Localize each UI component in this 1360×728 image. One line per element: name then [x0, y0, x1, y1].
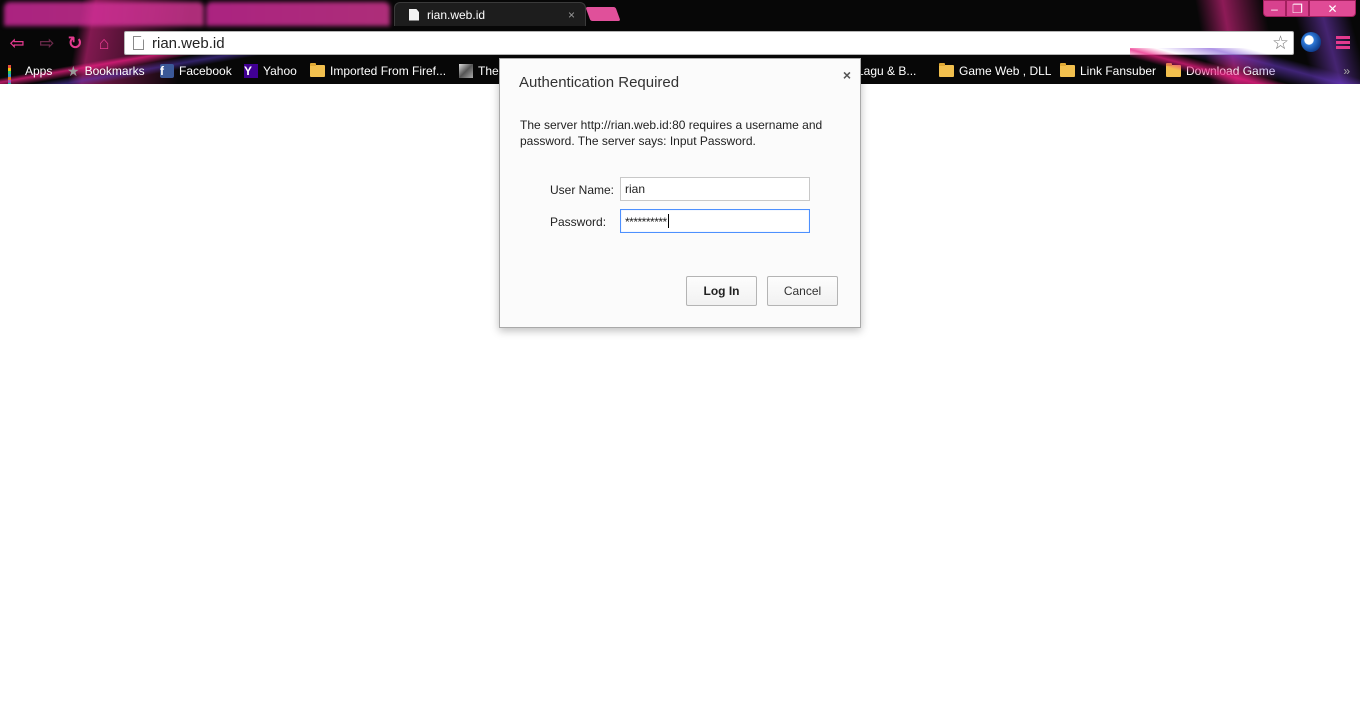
dialog-message: The server http://rian.web.id:80 require… [520, 118, 823, 148]
bookmark-folder-game-web[interactable]: Game Web , DLL [939, 62, 1051, 80]
url-text[interactable]: rian.web.id [152, 35, 1272, 52]
password-label: Password: [550, 215, 607, 229]
new-tab-button[interactable] [585, 7, 621, 21]
menu-icon[interactable] [1336, 36, 1350, 51]
tab-title: rian.web.id [427, 7, 486, 22]
username-label: User Name: [550, 183, 615, 197]
bookmark-label: Link Fansuber [1080, 64, 1157, 78]
bookmark-bookmarks[interactable]: ★ Bookmarks [67, 62, 145, 80]
password-input[interactable]: ********** [620, 209, 810, 233]
bookmark-folder-imported[interactable]: Imported From Firef... [310, 62, 446, 80]
bookmark-the[interactable]: The [459, 62, 499, 80]
page-icon [409, 8, 419, 21]
close-window-button[interactable]: ✕ [1309, 0, 1356, 17]
tab-2[interactable] [206, 2, 390, 26]
bookmark-label: Bookmarks [84, 64, 145, 78]
tab-1[interactable] [4, 2, 204, 26]
window-controls: ‒ ❐ ✕ [1263, 0, 1356, 17]
page-icon [133, 36, 144, 50]
tab-close-icon[interactable]: × [568, 8, 575, 22]
bookmark-label: Yahoo [263, 64, 297, 78]
bookmarks-overflow-icon[interactable]: » [1343, 64, 1350, 78]
facebook-icon: f [160, 64, 174, 78]
maximize-button[interactable]: ❐ [1286, 0, 1309, 17]
auth-dialog: Authentication Required × The server htt… [499, 58, 861, 328]
close-icon[interactable]: × [843, 67, 851, 83]
tab-strip: rian.web.id × ‒ ❐ ✕ [0, 0, 1360, 26]
bookmark-label: The [478, 64, 499, 78]
minimize-button[interactable]: ‒ [1263, 0, 1286, 17]
username-input[interactable] [620, 177, 810, 201]
bookmark-label: Game Web , DLL [959, 64, 1052, 78]
folder-icon [1060, 63, 1075, 77]
bookmark-label: Facebook [179, 64, 232, 78]
toolbar: ⇦ ⇨ ↻ ⌂ rian.web.id ☆ [0, 28, 1360, 58]
bookmark-yahoo[interactable]: Y Yahoo [244, 62, 297, 80]
folder-icon [310, 63, 325, 77]
yahoo-icon: Y [244, 64, 258, 78]
cancel-button[interactable]: Cancel [767, 276, 838, 306]
bookmark-star-icon[interactable]: ☆ [1272, 34, 1289, 53]
bookmark-label: Apps [25, 64, 53, 78]
home-button[interactable]: ⌂ [93, 32, 115, 54]
star-icon: ★ [67, 62, 80, 79]
folder-icon [1166, 63, 1181, 77]
tab-active[interactable]: rian.web.id × [394, 2, 586, 26]
dialog-title: Authentication Required [519, 74, 680, 91]
bookmark-apps[interactable]: Apps [8, 62, 53, 84]
forward-button[interactable]: ⇨ [36, 32, 58, 54]
reload-button[interactable]: ↻ [64, 32, 86, 54]
bookmark-folder-fansuber[interactable]: Link Fansuber [1060, 62, 1156, 80]
bookmark-label: Imported From Firef... [330, 64, 447, 78]
image-icon [459, 64, 473, 78]
folder-icon [939, 63, 954, 77]
back-button[interactable]: ⇦ [6, 32, 28, 54]
address-bar[interactable]: rian.web.id ☆ [124, 31, 1294, 55]
extension-icon[interactable] [1301, 32, 1321, 52]
bookmark-label: Download Game [1186, 64, 1276, 78]
apps-grid-icon [8, 65, 20, 84]
login-button[interactable]: Log In [686, 276, 757, 306]
bookmark-folder-download-game[interactable]: Download Game [1166, 62, 1275, 80]
password-mask: ********** [625, 214, 669, 229]
bookmark-facebook[interactable]: f Facebook [160, 62, 232, 80]
